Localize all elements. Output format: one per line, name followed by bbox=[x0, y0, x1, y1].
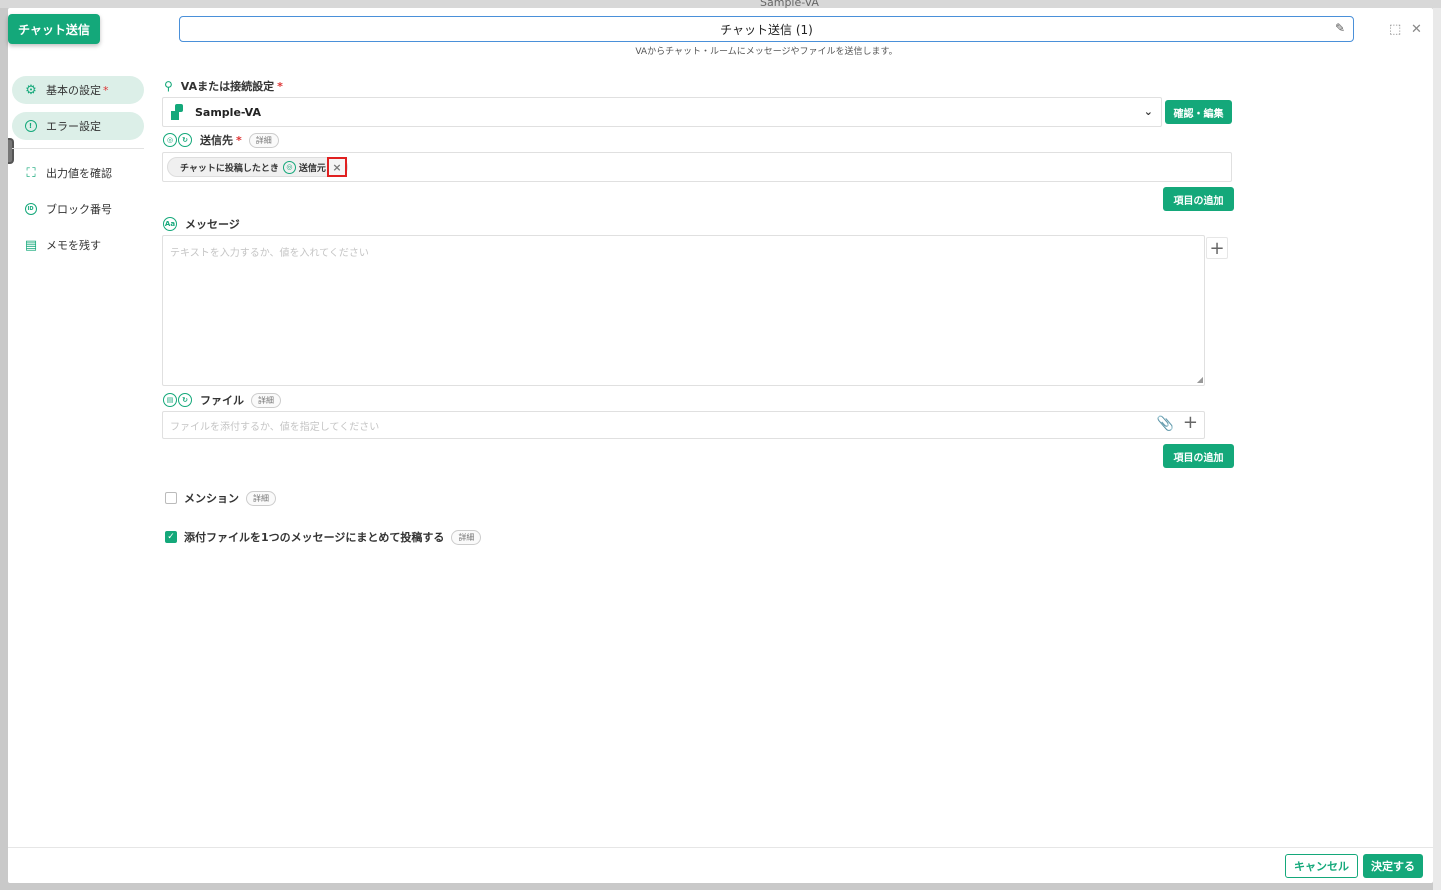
file-label-text: ファイル bbox=[200, 394, 244, 407]
gear-icon: ⚙ bbox=[25, 82, 37, 98]
file-icon: ▤ bbox=[163, 393, 177, 407]
va-logo-icon bbox=[171, 104, 185, 120]
sidebar-item-label: メモを残す bbox=[46, 239, 101, 252]
file-add-item-button[interactable]: 項目の追加 bbox=[1163, 444, 1234, 468]
pencil-icon[interactable]: ✎ bbox=[1335, 21, 1345, 35]
brackets-icon: ⛶ bbox=[26, 165, 36, 181]
sidebar-item-label: エラー設定 bbox=[46, 120, 101, 133]
block-description: VAからチャット・ルームにメッセージやファイルを送信します。 bbox=[635, 47, 898, 57]
file-label: ▤ ↻ ファイル 詳細 bbox=[163, 392, 281, 408]
destination-label-text: 送信先 bbox=[200, 134, 233, 147]
sidebar-item-basic-settings[interactable]: ⚙ 基本の設定 * bbox=[12, 76, 144, 104]
destination-chip: チャットに投稿したとき ◎ 送信元 × bbox=[167, 157, 348, 177]
chip-label: チャットに投稿したとき bbox=[180, 163, 279, 174]
message-insert-plus-button[interactable]: + bbox=[1206, 237, 1228, 259]
message-textarea[interactable]: テキストを入力するか、値を入れてください ◢ bbox=[162, 235, 1205, 386]
variable-icon: ↻ bbox=[178, 133, 192, 147]
block-title-input[interactable]: チャット送信 (1) ✎ bbox=[179, 16, 1354, 42]
sidebar: ⚙ 基本の設定 * ! エラー設定 ⛶ 出力値を確認 ID ブロック番号 ▤ メ… bbox=[8, 76, 144, 267]
file-placeholder: ファイルを添付するか、値を指定してください bbox=[170, 421, 380, 433]
text-icon: Aa bbox=[163, 217, 177, 231]
destination-field[interactable]: チャットに投稿したとき ◎ 送信元 × bbox=[162, 152, 1232, 182]
block-type-badge: チャット送信 bbox=[8, 14, 100, 44]
paperclip-icon[interactable]: 📎 bbox=[1157, 416, 1174, 432]
chip-value: 送信元 bbox=[298, 163, 326, 174]
va-setting-label-text: VAまたは接続設定 bbox=[180, 80, 275, 93]
connection-icon: ⚲ bbox=[164, 79, 173, 93]
users-icon: ◎ bbox=[163, 133, 177, 147]
mention-label: メンション bbox=[184, 492, 239, 505]
sidebar-item-label: 基本の設定 bbox=[46, 84, 101, 97]
detail-pill[interactable]: 詳細 bbox=[246, 490, 276, 506]
footer-divider bbox=[8, 847, 1433, 848]
bundle-attachments-row: ✓ 添付ファイルを1つのメッセージにまとめて投稿する 詳細 bbox=[165, 529, 482, 545]
message-label: Aa メッセージ bbox=[163, 216, 240, 232]
settings-modal: チャット送信 チャット送信 (1) ✎ VAからチャット・ルームにメッセージやフ… bbox=[8, 8, 1433, 883]
resize-handle[interactable]: ◢ bbox=[1197, 375, 1203, 384]
required-mark: * bbox=[236, 133, 242, 147]
va-select-value: Sample-VA bbox=[195, 105, 261, 119]
users-icon: ◎ bbox=[282, 160, 296, 174]
confirm-edit-button[interactable]: 確認・編集 bbox=[1165, 100, 1232, 124]
bundle-attachments-label: 添付ファイルを1つのメッセージにまとめて投稿する bbox=[184, 531, 445, 544]
close-icon[interactable]: ✕ bbox=[1411, 22, 1422, 37]
sidebar-item-block-number[interactable]: ID ブロック番号 bbox=[12, 195, 144, 223]
detail-pill[interactable]: 詳細 bbox=[451, 529, 482, 545]
sidebar-item-label: ブロック番号 bbox=[46, 203, 112, 216]
sidebar-item-label: 出力値を確認 bbox=[46, 167, 112, 180]
background-canvas-edge bbox=[1433, 8, 1441, 890]
file-input[interactable]: ファイルを添付するか、値を指定してください 📎 + bbox=[162, 411, 1205, 439]
mention-row: メンション 詳細 bbox=[165, 490, 276, 506]
message-label-text: メッセージ bbox=[185, 218, 240, 231]
destination-add-item-button[interactable]: 項目の追加 bbox=[1163, 187, 1234, 211]
sidebar-item-output[interactable]: ⛶ 出力値を確認 bbox=[12, 159, 144, 187]
cancel-button[interactable]: キャンセル bbox=[1285, 854, 1358, 878]
variable-icon: ↻ bbox=[178, 393, 192, 407]
sidebar-item-memo[interactable]: ▤ メモを残す bbox=[12, 231, 144, 259]
sidebar-divider bbox=[12, 148, 144, 149]
chevron-down-icon: ⌄ bbox=[1143, 105, 1153, 118]
detail-pill[interactable]: 詳細 bbox=[251, 392, 281, 408]
note-icon: ▤ bbox=[24, 237, 38, 253]
background-bar bbox=[0, 0, 1441, 8]
bundle-attachments-checkbox[interactable]: ✓ bbox=[165, 531, 177, 543]
select-area-icon[interactable]: ⬚ bbox=[1389, 22, 1401, 37]
mention-checkbox[interactable] bbox=[165, 492, 177, 504]
va-setting-label: ⚲ VAまたは接続設定 * bbox=[164, 78, 283, 94]
sidebar-item-error-settings[interactable]: ! エラー設定 bbox=[12, 112, 144, 140]
required-mark: * bbox=[277, 79, 283, 93]
id-circle-icon: ID bbox=[22, 200, 40, 218]
detail-pill[interactable]: 詳細 bbox=[248, 132, 279, 148]
destination-label: ◎ ↻ 送信先 * 詳細 bbox=[163, 132, 279, 148]
required-mark: * bbox=[103, 83, 109, 97]
message-placeholder: テキストを入力するか、値を入れてください bbox=[170, 248, 369, 259]
chip-remove-button[interactable]: × bbox=[326, 157, 347, 177]
submit-button[interactable]: 決定する bbox=[1363, 854, 1423, 878]
block-title-text: チャット送信 (1) bbox=[720, 22, 813, 37]
alert-circle-icon: ! bbox=[22, 117, 40, 135]
va-select[interactable]: Sample-VA ⌄ bbox=[162, 97, 1162, 127]
file-insert-plus-button[interactable]: + bbox=[1183, 412, 1198, 433]
